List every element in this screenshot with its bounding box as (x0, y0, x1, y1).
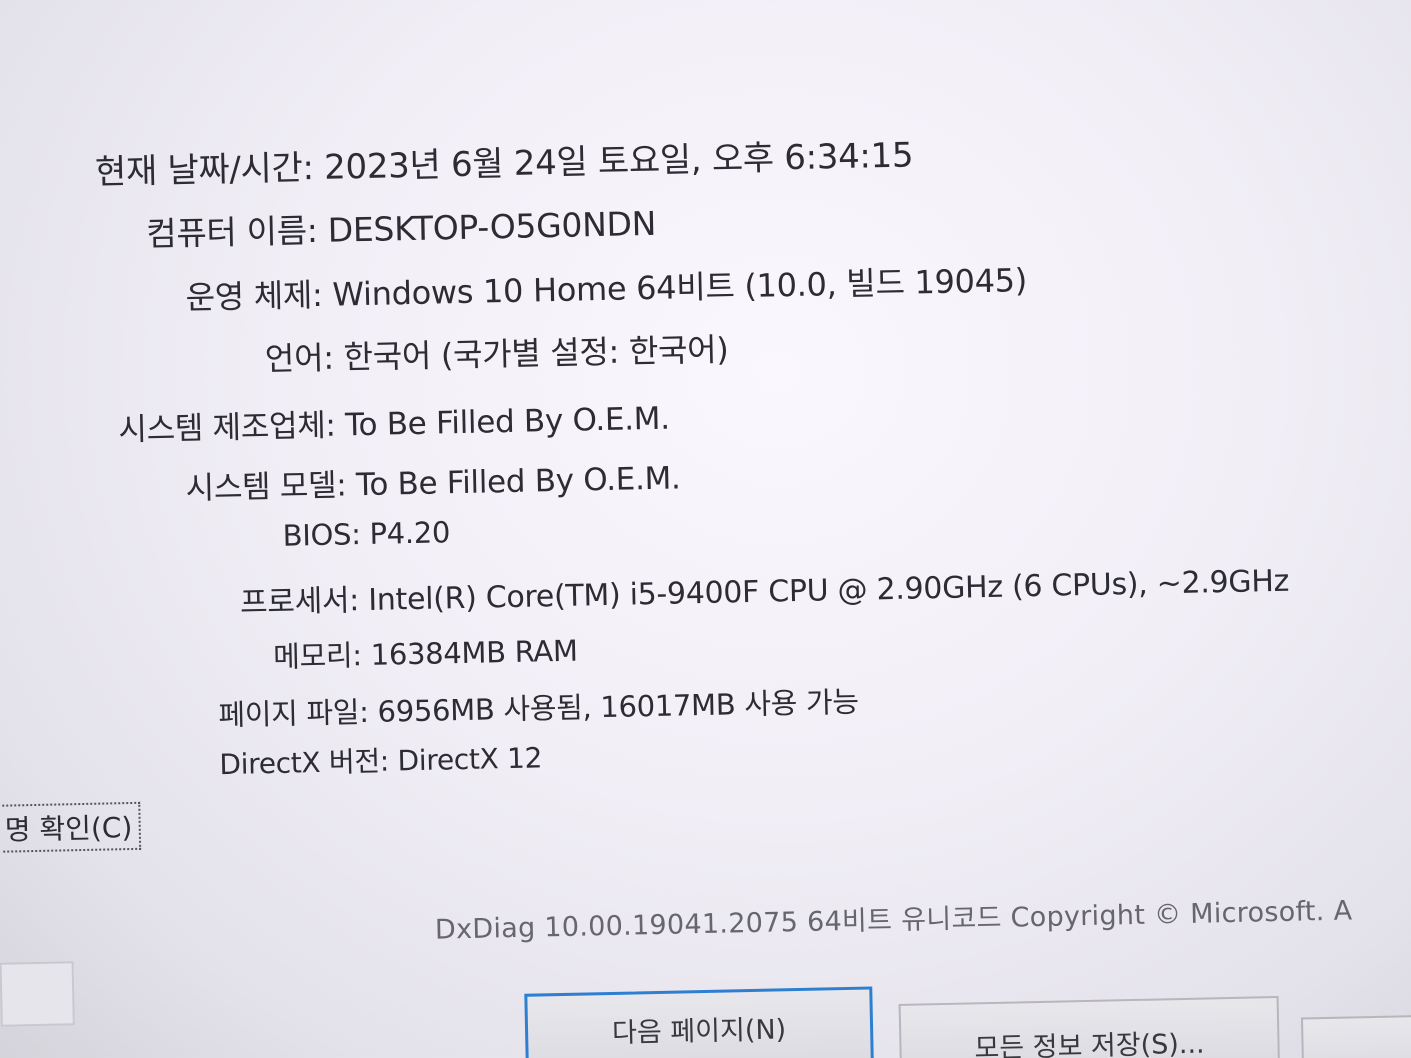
row-language: 언어: 한국어 (국가별 설정: 한국어) (264, 324, 729, 380)
row-system-model: 시스템 모델: To Be Filled By O.E.M. (185, 452, 681, 507)
save-all-information-button[interactable]: 모든 정보 저장(S)... (898, 995, 1280, 1058)
partial-left-button[interactable] (0, 961, 75, 1027)
label-computer-name: 컴퓨터 이름: (145, 210, 318, 254)
label-current-datetime: 현재 날짜/시간: (94, 148, 315, 193)
value-operating-system: Windows 10 Home 64비트 (10.0, 빌드 19045) (332, 261, 1028, 314)
label-processor: 프로세서: (239, 583, 360, 621)
row-page-file: 페이지 파일: 6956MB 사용됨, 16017MB 사용 가능 (218, 679, 859, 734)
row-memory: 메모리: 16384MB RAM (273, 628, 578, 676)
value-bios: P4.20 (369, 515, 451, 551)
row-directx-version: DirectX 버전: DirectX 12 (219, 736, 543, 783)
row-operating-system: 운영 체제: Windows 10 Home 64비트 (10.0, 빌드 19… (185, 255, 1027, 319)
value-current-datetime: 2023년 6월 24일 토요일, 오후 6:34:15 (323, 135, 914, 188)
row-system-manufacturer: 시스템 제조업체: To Be Filled By O.E.M. (118, 393, 670, 450)
value-language: 한국어 (국가별 설정: 한국어) (343, 330, 729, 377)
label-system-manufacturer: 시스템 제조업체: (118, 407, 336, 449)
row-current-datetime: 현재 날짜/시간: 2023년 6월 24일 토요일, 오후 6:34:15 (94, 127, 914, 193)
label-directx-version: DirectX 버전: (219, 744, 390, 782)
label-operating-system: 운영 체제: (185, 275, 323, 317)
value-page-file: 6956MB 사용됨, 16017MB 사용 가능 (377, 684, 860, 729)
dxdiag-system-panel: 현재 날짜/시간: 2023년 6월 24일 토요일, 오후 6:34:15 컴… (0, 0, 1411, 1058)
partial-right-button[interactable] (1300, 1014, 1411, 1058)
label-system-model: 시스템 모델: (185, 467, 347, 507)
value-system-manufacturer: To Be Filled By O.E.M. (344, 400, 671, 444)
help-check-checkbox[interactable]: 명 확인(C) (2, 801, 141, 853)
label-page-file: 페이지 파일: (218, 694, 370, 733)
value-system-model: To Be Filled By O.E.M. (355, 460, 681, 504)
row-computer-name: 컴퓨터 이름: DESKTOP-O5G0NDN (146, 197, 657, 256)
next-page-button[interactable]: 다음 페이지(N) (524, 986, 874, 1058)
row-bios: BIOS: P4.20 (282, 515, 450, 552)
value-computer-name: DESKTOP-O5G0NDN (327, 203, 657, 250)
version-copyright-text: DxDiag 10.00.19041.2075 64비트 유니코드 Copyri… (434, 895, 1353, 946)
value-processor: Intel(R) Core(TM) i5-9400F CPU @ 2.90GHz… (367, 563, 1290, 618)
label-language: 언어: (264, 338, 335, 379)
value-memory: 16384MB RAM (370, 633, 578, 672)
label-memory: 메모리: (272, 638, 363, 674)
label-bios: BIOS: (282, 517, 361, 553)
value-directx-version: DirectX 12 (397, 741, 543, 778)
row-processor: 프로세서: Intel(R) Core(TM) i5-9400F CPU @ 2… (240, 556, 1290, 622)
